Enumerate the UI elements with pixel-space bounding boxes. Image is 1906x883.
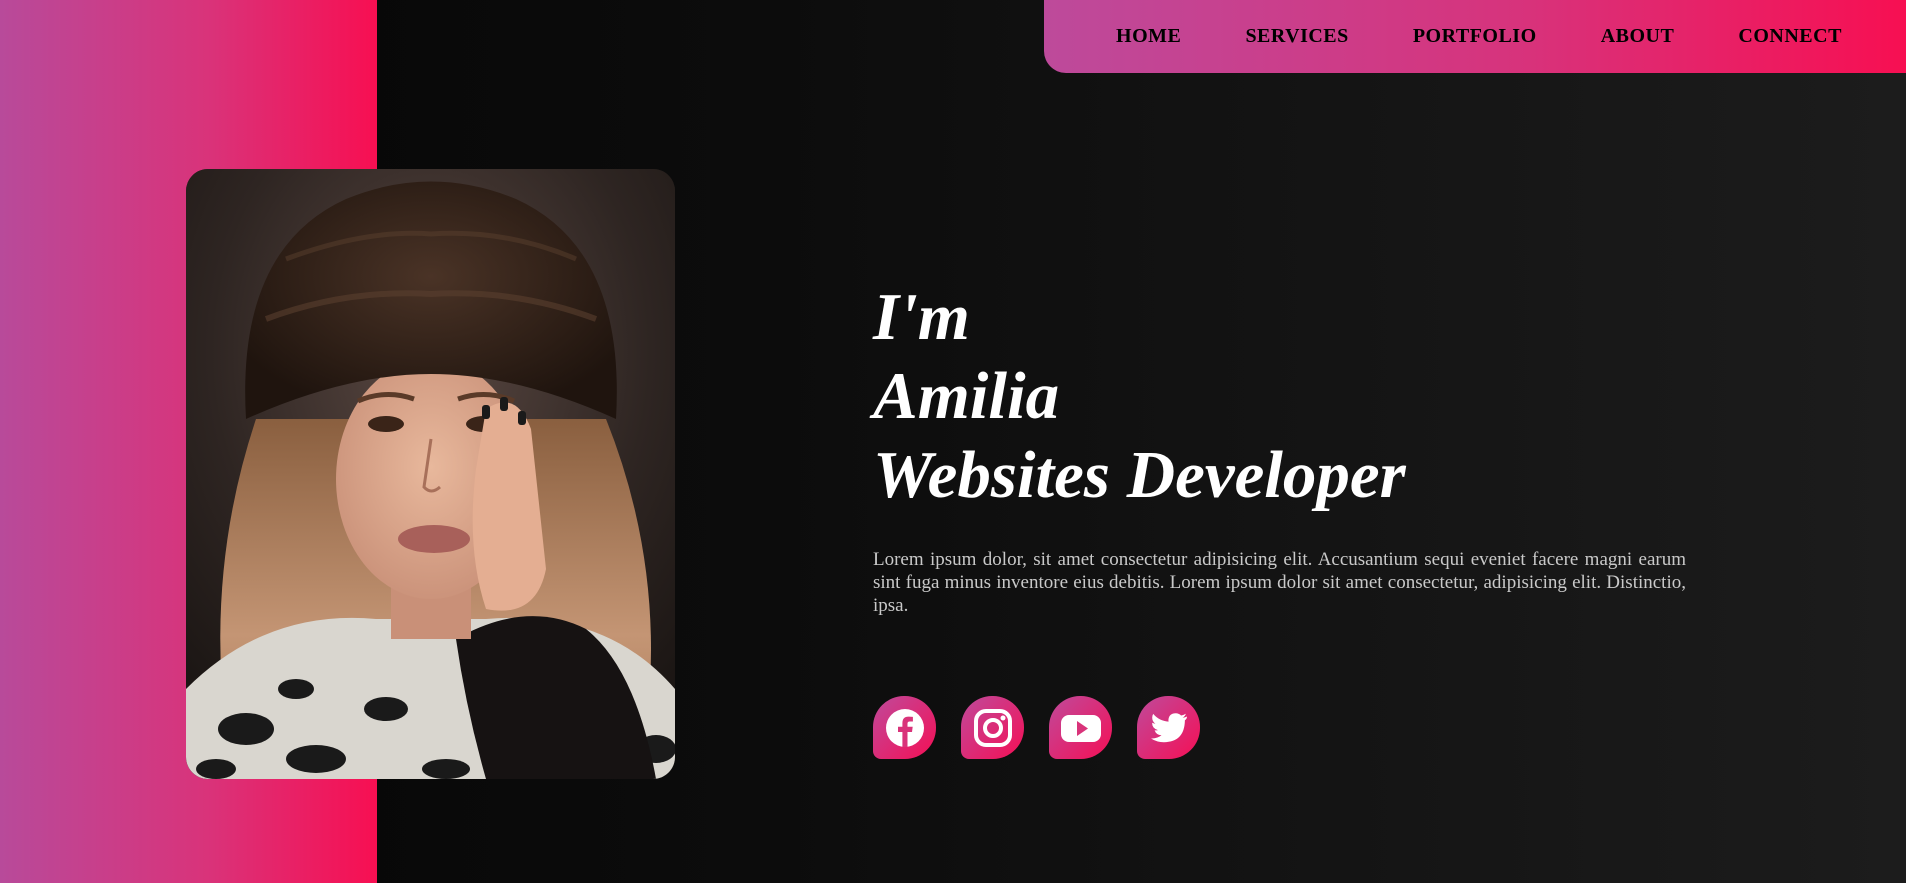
twitter-icon — [1150, 712, 1187, 742]
profile-photo — [186, 169, 675, 779]
twitter-button[interactable] — [1137, 696, 1200, 759]
nav-services-link[interactable]: SERVICES — [1245, 25, 1348, 48]
instagram-icon — [973, 708, 1012, 747]
nav-connect-link[interactable]: CONNECT — [1738, 25, 1842, 48]
hero-name: Amilia — [873, 359, 1060, 433]
hero-section: I'm Amilia Websites Developer Lorem ipsu… — [873, 278, 1686, 617]
nav-portfolio-link[interactable]: PORTFOLIO — [1413, 25, 1537, 48]
youtube-icon — [1060, 714, 1101, 742]
instagram-button[interactable] — [961, 696, 1024, 759]
nav-about-link[interactable]: ABOUT — [1601, 25, 1675, 48]
youtube-button[interactable] — [1049, 696, 1112, 759]
nav-home-link[interactable]: HOME — [1116, 25, 1181, 48]
social-links — [873, 696, 1200, 759]
top-navbar: HOME SERVICES PORTFOLIO ABOUT CONNECT — [1044, 0, 1906, 73]
hero-role: Websites Developer — [873, 438, 1406, 512]
hero-heading: I'm Amilia Websites Developer — [873, 278, 1686, 515]
portrait-illustration — [186, 169, 675, 779]
facebook-icon — [885, 708, 924, 747]
hero-description: Lorem ipsum dolor, sit amet consectetur … — [873, 549, 1686, 616]
facebook-button[interactable] — [873, 696, 936, 759]
hero-intro: I'm — [873, 280, 970, 354]
